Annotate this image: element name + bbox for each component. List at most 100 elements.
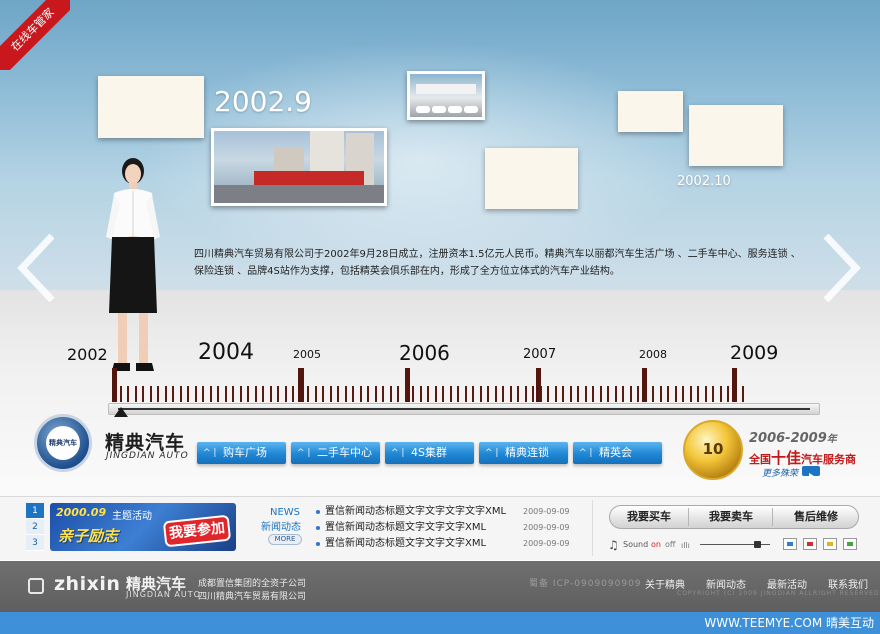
news-title[interactable]: 置信新闻动态标题文字文字文字文字XML xyxy=(325,506,506,517)
promo-tab-2[interactable]: 2 xyxy=(26,519,44,535)
dealership-photo[interactable] xyxy=(407,71,485,120)
credit-link[interactable]: WWW.TEEMYE.COM 晴美互动 xyxy=(704,614,874,631)
buy-car-button[interactable]: 我要买车 xyxy=(610,506,688,528)
timeline-tick xyxy=(442,386,444,402)
footer-icp: 蜀备 ICP-0909090909 xyxy=(529,579,642,589)
timeline-tick xyxy=(712,386,714,402)
nav-chain-label: 精典连锁 xyxy=(505,446,549,459)
timeline-label-2006[interactable]: 2006 xyxy=(399,341,450,365)
promo-date: 2000.09 xyxy=(56,506,107,519)
timeline-major-tick[interactable] xyxy=(112,368,117,402)
promo-tab-1[interactable]: 1 xyxy=(26,503,44,519)
chevron-icon: ^ | xyxy=(485,448,499,458)
footer-link-about[interactable]: 关于精典 xyxy=(645,576,685,591)
timeline-tick xyxy=(284,386,287,402)
timeline-tick xyxy=(262,386,264,402)
timeline-tick xyxy=(209,386,212,402)
nav-used-car-center-label: 二手车中心 xyxy=(317,446,372,459)
timeline-major-tick[interactable] xyxy=(642,368,647,402)
timeline-label-2008[interactable]: 2008 xyxy=(639,348,667,361)
timeline-tick xyxy=(629,386,632,402)
news-item[interactable]: 置信新闻动态标题文字文字文字XML 2009-09-09 xyxy=(316,520,576,536)
sound-off-toggle[interactable]: off xyxy=(665,540,675,549)
chevron-left-icon[interactable] xyxy=(14,228,58,308)
sell-car-button[interactable]: 我要卖车 xyxy=(690,506,772,528)
play-icon[interactable] xyxy=(802,466,820,479)
photo-frame[interactable] xyxy=(485,148,578,209)
award-more-link[interactable]: 更多殊荣 xyxy=(762,466,798,479)
news-item[interactable]: 置信新闻动态标题文字文字文字XML 2009-09-09 xyxy=(316,536,576,552)
skin-red-button[interactable] xyxy=(803,538,817,550)
next-arrow[interactable] xyxy=(820,228,864,308)
footer-link-events[interactable]: 最新活动 xyxy=(767,576,807,591)
chevron-icon: ^ | xyxy=(297,448,311,458)
photo-frame[interactable] xyxy=(689,105,783,166)
timeline-tick xyxy=(419,386,422,402)
brand-name-en: JINGDIAN AUTO xyxy=(106,451,189,461)
promo-join-button[interactable]: 我要参加 xyxy=(162,514,232,548)
promo-tabs[interactable]: 1 2 3 xyxy=(26,503,44,551)
timeline-tick xyxy=(577,386,579,402)
prev-arrow[interactable] xyxy=(14,228,58,308)
brand-logo[interactable]: 精典汽车 xyxy=(34,414,92,472)
timeline-tick xyxy=(674,386,677,402)
nav-elite-club[interactable]: ^ | 精英会 xyxy=(573,442,662,464)
footer-zhixin-logo[interactable]: zhixin xyxy=(54,573,120,595)
nav-used-car-center[interactable]: ^ | 二手车中心 xyxy=(291,442,380,464)
hero-description: 四川精典汽车贸易有限公司于2002年9月28日成立，注册资本1.5亿元人民币。精… xyxy=(194,249,801,277)
corner-ribbon[interactable]: 在线车管家 xyxy=(0,0,70,70)
news-more-button[interactable]: MORE xyxy=(268,534,302,545)
skin-green-button[interactable] xyxy=(843,538,857,550)
nav-4s-cluster[interactable]: ^ | 4S集群 xyxy=(385,442,474,464)
footer-link-contact[interactable]: 联系我们 xyxy=(828,576,868,591)
building-photo[interactable] xyxy=(211,128,387,206)
chevron-right-icon[interactable] xyxy=(820,228,864,308)
timeline-tick xyxy=(127,386,129,402)
news-title[interactable]: 置信新闻动态标题文字文字文字XML xyxy=(325,522,486,533)
timeline-tick xyxy=(464,386,467,402)
sound-label: Sound xyxy=(623,540,649,549)
volume-handle[interactable] xyxy=(754,541,761,548)
award-medal[interactable]: 10 xyxy=(683,420,743,480)
corner-ribbon-label[interactable]: 在线车管家 xyxy=(0,0,70,70)
timeline-label-2005[interactable]: 2005 xyxy=(293,348,321,361)
timeline-tick xyxy=(397,386,399,402)
footer-link-news[interactable]: 新闻动态 xyxy=(706,576,746,591)
timeline-ticks[interactable] xyxy=(112,366,746,402)
brand-logo-text: 精典汽车 xyxy=(46,426,80,460)
sound-on-toggle[interactable]: on xyxy=(651,540,661,549)
timeline-label-2007[interactable]: 2007 xyxy=(523,347,556,362)
timeline-tick xyxy=(344,386,347,402)
nav-car-plaza[interactable]: ^ | 购车广场 xyxy=(197,442,286,464)
nav-4s-cluster-label: 4S集群 xyxy=(411,446,447,459)
promo-tab-3[interactable]: 3 xyxy=(26,535,44,551)
photo-frame[interactable] xyxy=(98,76,204,138)
divider xyxy=(772,508,773,526)
footer-copyright: COPYRIGHT (C) 2009 JINGDIAN ALLRIGHT RES… xyxy=(677,590,880,597)
timeline-label-2004[interactable]: 2004 xyxy=(198,340,254,365)
timeline-tick xyxy=(359,386,362,402)
award-title: 全国十佳汽车服务商 xyxy=(749,449,857,467)
skin-yellow-button[interactable] xyxy=(823,538,837,550)
timeline-major-tick[interactable] xyxy=(405,368,410,402)
timeline-major-tick[interactable] xyxy=(732,368,737,402)
timeline-major-tick[interactable] xyxy=(298,368,303,402)
timeline-major-tick[interactable] xyxy=(536,368,541,402)
timeline-tick xyxy=(322,386,324,402)
news-title[interactable]: 置信新闻动态标题文字文字文字XML xyxy=(325,538,486,549)
picture-icon xyxy=(847,542,853,546)
timeline-tick xyxy=(329,386,332,402)
promo-banner[interactable]: 2000.09 主题活动 亲子励志 我要参加 xyxy=(50,503,236,551)
timeline-tick xyxy=(149,386,152,402)
after-sales-button[interactable]: 售后维修 xyxy=(774,506,858,528)
photo-frame[interactable] xyxy=(618,91,683,132)
divider xyxy=(592,500,593,556)
news-item[interactable]: 置信新闻动态标题文字文字文字文字XML 2009-09-09 xyxy=(316,504,576,520)
timeline-label-2002[interactable]: 2002 xyxy=(67,345,108,364)
timeline-tick xyxy=(637,386,639,402)
skin-blue-button[interactable] xyxy=(783,538,797,550)
timeline-label-2009[interactable]: 2009 xyxy=(730,342,778,364)
nav-chain[interactable]: ^ | 精典连锁 xyxy=(479,442,568,464)
equalizer-icon: ıllı xyxy=(681,541,690,550)
timeline-slider-handle[interactable] xyxy=(114,403,128,417)
